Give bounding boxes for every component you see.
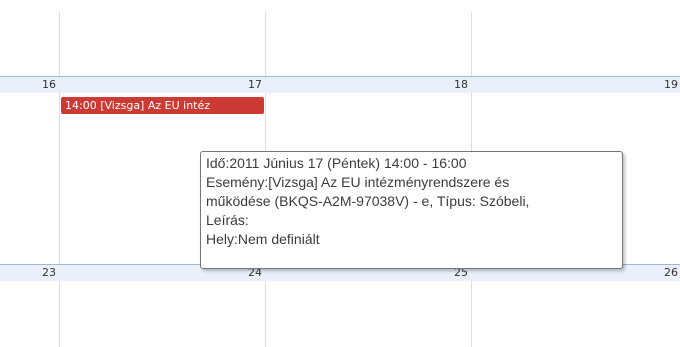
- day-number-23[interactable]: 23: [0, 265, 56, 281]
- tooltip-event-cont: működése (BKQS-A2M-97038V) - e, Típus: S…: [206, 193, 530, 209]
- event-vizsga-eu[interactable]: 14:00 [Vizsga] Az EU intéz: [61, 97, 264, 114]
- tooltip-description: Leírás:: [206, 212, 249, 228]
- tooltip-event: Esemény:[Vizsga] Az EU intézményrendszer…: [206, 174, 510, 190]
- day-number-17[interactable]: 17: [60, 77, 262, 93]
- tooltip-location: Hely:Nem definiált: [206, 231, 320, 247]
- day-number-18[interactable]: 18: [266, 77, 468, 93]
- event-tooltip: Idő:2011 Június 17 (Péntek) 14:00 - 16:0…: [200, 151, 623, 269]
- grid-column-line: [59, 12, 60, 347]
- calendar-month-view: 16 17 18 19 23 24 25 26 14:00 [Vizsga] A…: [0, 0, 680, 347]
- day-number-19[interactable]: 19: [472, 77, 678, 93]
- tooltip-time: Idő:2011 Június 17 (Péntek) 14:00 - 16:0…: [206, 155, 467, 171]
- day-number-16[interactable]: 16: [0, 77, 56, 93]
